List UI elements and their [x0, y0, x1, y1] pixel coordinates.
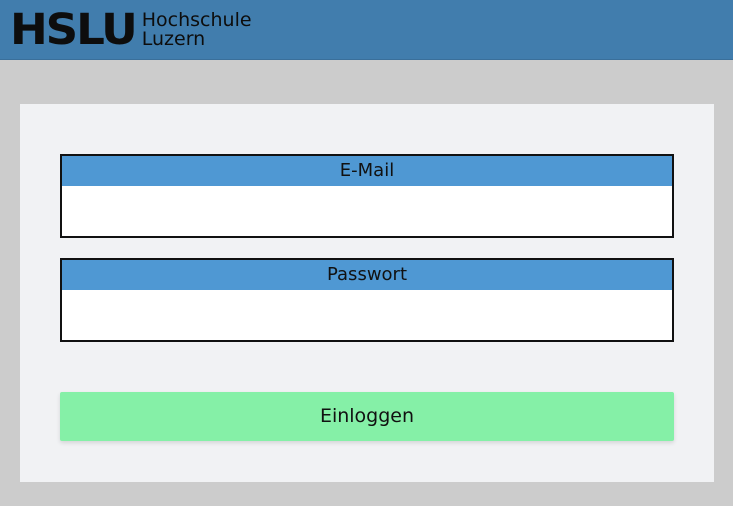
login-button[interactable]: Einloggen: [60, 392, 674, 441]
email-label: E-Mail: [62, 156, 672, 186]
password-label: Passwort: [62, 260, 672, 290]
header-bar: HSLU Hochschule Luzern: [0, 0, 733, 60]
password-input[interactable]: [62, 290, 672, 340]
email-input[interactable]: [62, 186, 672, 236]
password-field-group: Passwort: [60, 258, 674, 342]
email-field-group: E-Mail: [60, 154, 674, 238]
logo-mark: HSLU: [10, 4, 138, 55]
hslu-logo: HSLU Hochschule Luzern: [10, 7, 252, 53]
logo-text: Hochschule Luzern: [142, 11, 252, 49]
logo-line-luzern: Luzern: [141, 28, 206, 50]
login-card: E-Mail Passwort Einloggen: [20, 104, 714, 482]
